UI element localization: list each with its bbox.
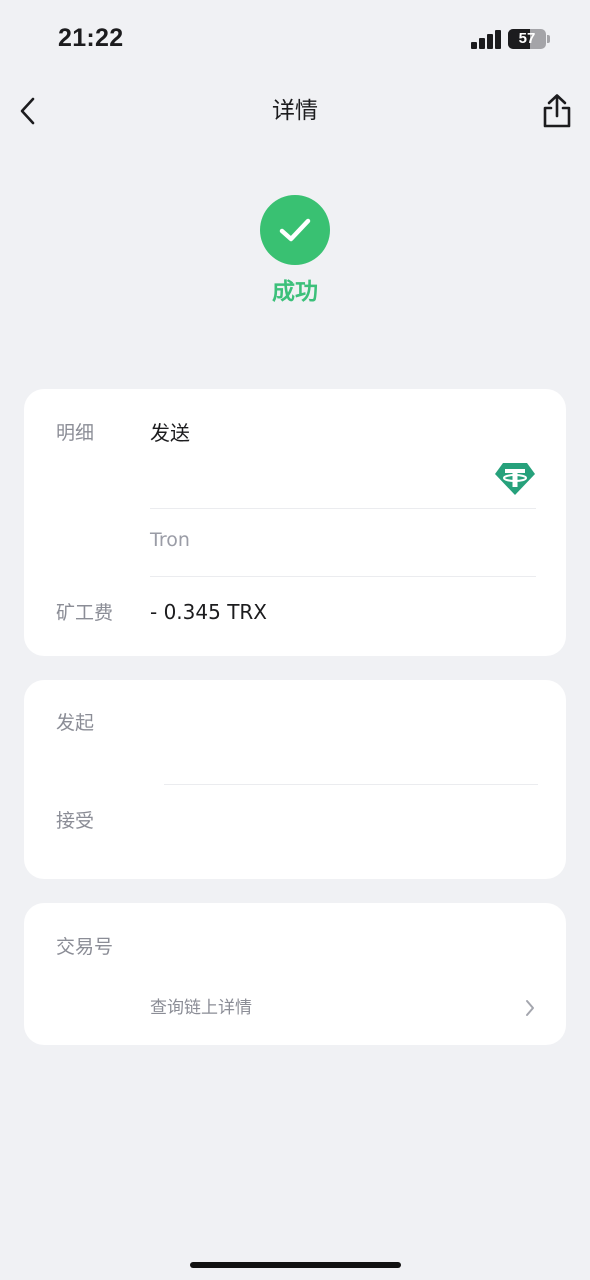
- parties-card: 发起 接受: [24, 680, 566, 879]
- to-label: 接受: [56, 810, 95, 832]
- success-status-icon: [260, 195, 330, 265]
- status-bar: 21:22 57: [0, 0, 590, 80]
- explorer-link-text: 查询链上详情: [150, 998, 252, 1018]
- divider: [150, 508, 536, 509]
- divider: [150, 576, 536, 577]
- battery-tip: [547, 35, 550, 43]
- chevron-right-icon: [526, 1000, 534, 1016]
- tx-id-label: 交易号: [56, 936, 114, 958]
- transaction-card: 交易号 查询链上详情: [24, 903, 566, 1045]
- share-button[interactable]: [539, 92, 575, 130]
- network-name: Tron: [150, 529, 190, 551]
- status-label: 成功: [272, 279, 318, 305]
- divider: [164, 784, 538, 785]
- detail-value: 发送: [150, 421, 190, 445]
- details-card: 明细 发送 Tron 矿工费 - 0.345 TRX: [24, 389, 566, 656]
- page-title: 详情: [272, 98, 318, 124]
- home-indicator[interactable]: [190, 1262, 401, 1268]
- fee-label: 矿工费: [56, 602, 114, 624]
- battery-level: 57: [518, 30, 536, 47]
- signal-strength-icon: [471, 29, 503, 49]
- view-on-explorer-link[interactable]: 查询链上详情: [150, 994, 536, 1022]
- from-label: 发起: [56, 712, 95, 734]
- status-time: 21:22: [58, 24, 124, 52]
- share-icon: [543, 94, 571, 128]
- tether-usdt-icon: [494, 461, 536, 497]
- battery-icon: 57: [508, 29, 546, 49]
- fee-value: - 0.345 TRX: [150, 600, 268, 624]
- checkmark-icon: [279, 218, 311, 242]
- detail-label: 明细: [56, 422, 95, 444]
